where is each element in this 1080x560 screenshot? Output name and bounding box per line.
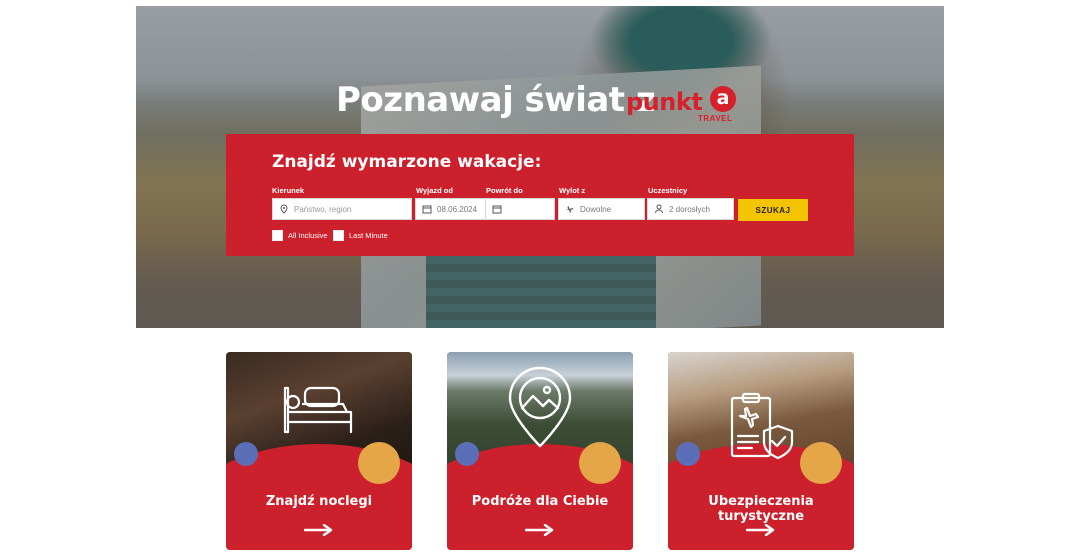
card-title: Znajdź noclegi — [265, 494, 373, 509]
card-accommodation[interactable]: Znajdź noclegi — [226, 352, 412, 550]
flight-from-label: Wylot z — [559, 186, 586, 195]
arrow-right-icon[interactable] — [525, 524, 555, 536]
participants-select[interactable]: 2 dorosłych — [647, 198, 734, 220]
pin-icon — [279, 204, 289, 214]
hero-title: Poznawaj świat z — [336, 80, 656, 120]
destination-label: Kierunek — [272, 186, 305, 195]
flight-from-select[interactable]: Dowolne — [558, 198, 645, 220]
calendar-icon — [422, 204, 432, 214]
return-label: Powrót do — [486, 186, 523, 195]
logo-subtitle: TRAVEL — [698, 114, 733, 123]
hero-banner: Poznawaj świat z punkt a TRAVEL Znajdź w… — [136, 6, 944, 328]
logo-circle: a — [710, 86, 736, 112]
participants-label: Uczestnicy — [648, 186, 688, 195]
card-title: Podróże dla Ciebie — [471, 494, 609, 509]
checkbox-label: All Inclusive — [288, 231, 328, 240]
destination-input[interactable]: Państwo, region — [272, 198, 412, 220]
flight-from-value: Dowolne — [580, 204, 612, 214]
card-title: Ubezpieczenia turystyczne — [708, 494, 814, 524]
decor-dot — [579, 442, 621, 484]
departure-date-input[interactable]: 08.06.2024 — [415, 198, 486, 220]
arrow-right-icon[interactable] — [746, 524, 776, 536]
checkbox-last-minute[interactable]: Last Minute — [333, 230, 388, 241]
bed-icon — [283, 386, 353, 434]
search-panel: Znajdź wymarzone wakacje: Kierunek Wyjaz… — [226, 134, 854, 256]
card-trips[interactable]: Podróże dla Ciebie — [447, 352, 633, 550]
checkbox-all-inclusive[interactable]: All Inclusive — [272, 230, 328, 241]
plane-icon — [565, 204, 575, 214]
decor-dot — [358, 442, 400, 484]
arrow-right-icon[interactable] — [304, 524, 334, 536]
calendar-icon — [492, 204, 502, 214]
destination-placeholder: Państwo, region — [294, 204, 352, 214]
departure-label: Wyjazd od — [416, 186, 453, 195]
search-title: Znajdź wymarzone wakacje: — [272, 152, 542, 172]
map-pin-landscape-icon — [508, 366, 572, 448]
insurance-shield-icon — [730, 392, 794, 460]
return-date-input[interactable] — [485, 198, 555, 220]
participants-value: 2 dorosłych — [669, 204, 710, 214]
decor-dot — [234, 442, 258, 466]
card-insurance[interactable]: Ubezpieczenia turystyczne — [668, 352, 854, 550]
logo-word: punkt — [626, 88, 703, 116]
checkbox-box[interactable] — [272, 230, 283, 241]
departure-date-value: 08.06.2024 — [437, 204, 478, 214]
checkbox-box[interactable] — [333, 230, 344, 241]
user-icon — [654, 204, 664, 214]
brand-logo[interactable]: punkt a TRAVEL — [626, 84, 738, 128]
checkbox-label: Last Minute — [349, 231, 388, 240]
search-button[interactable]: SZUKAJ — [738, 199, 808, 221]
